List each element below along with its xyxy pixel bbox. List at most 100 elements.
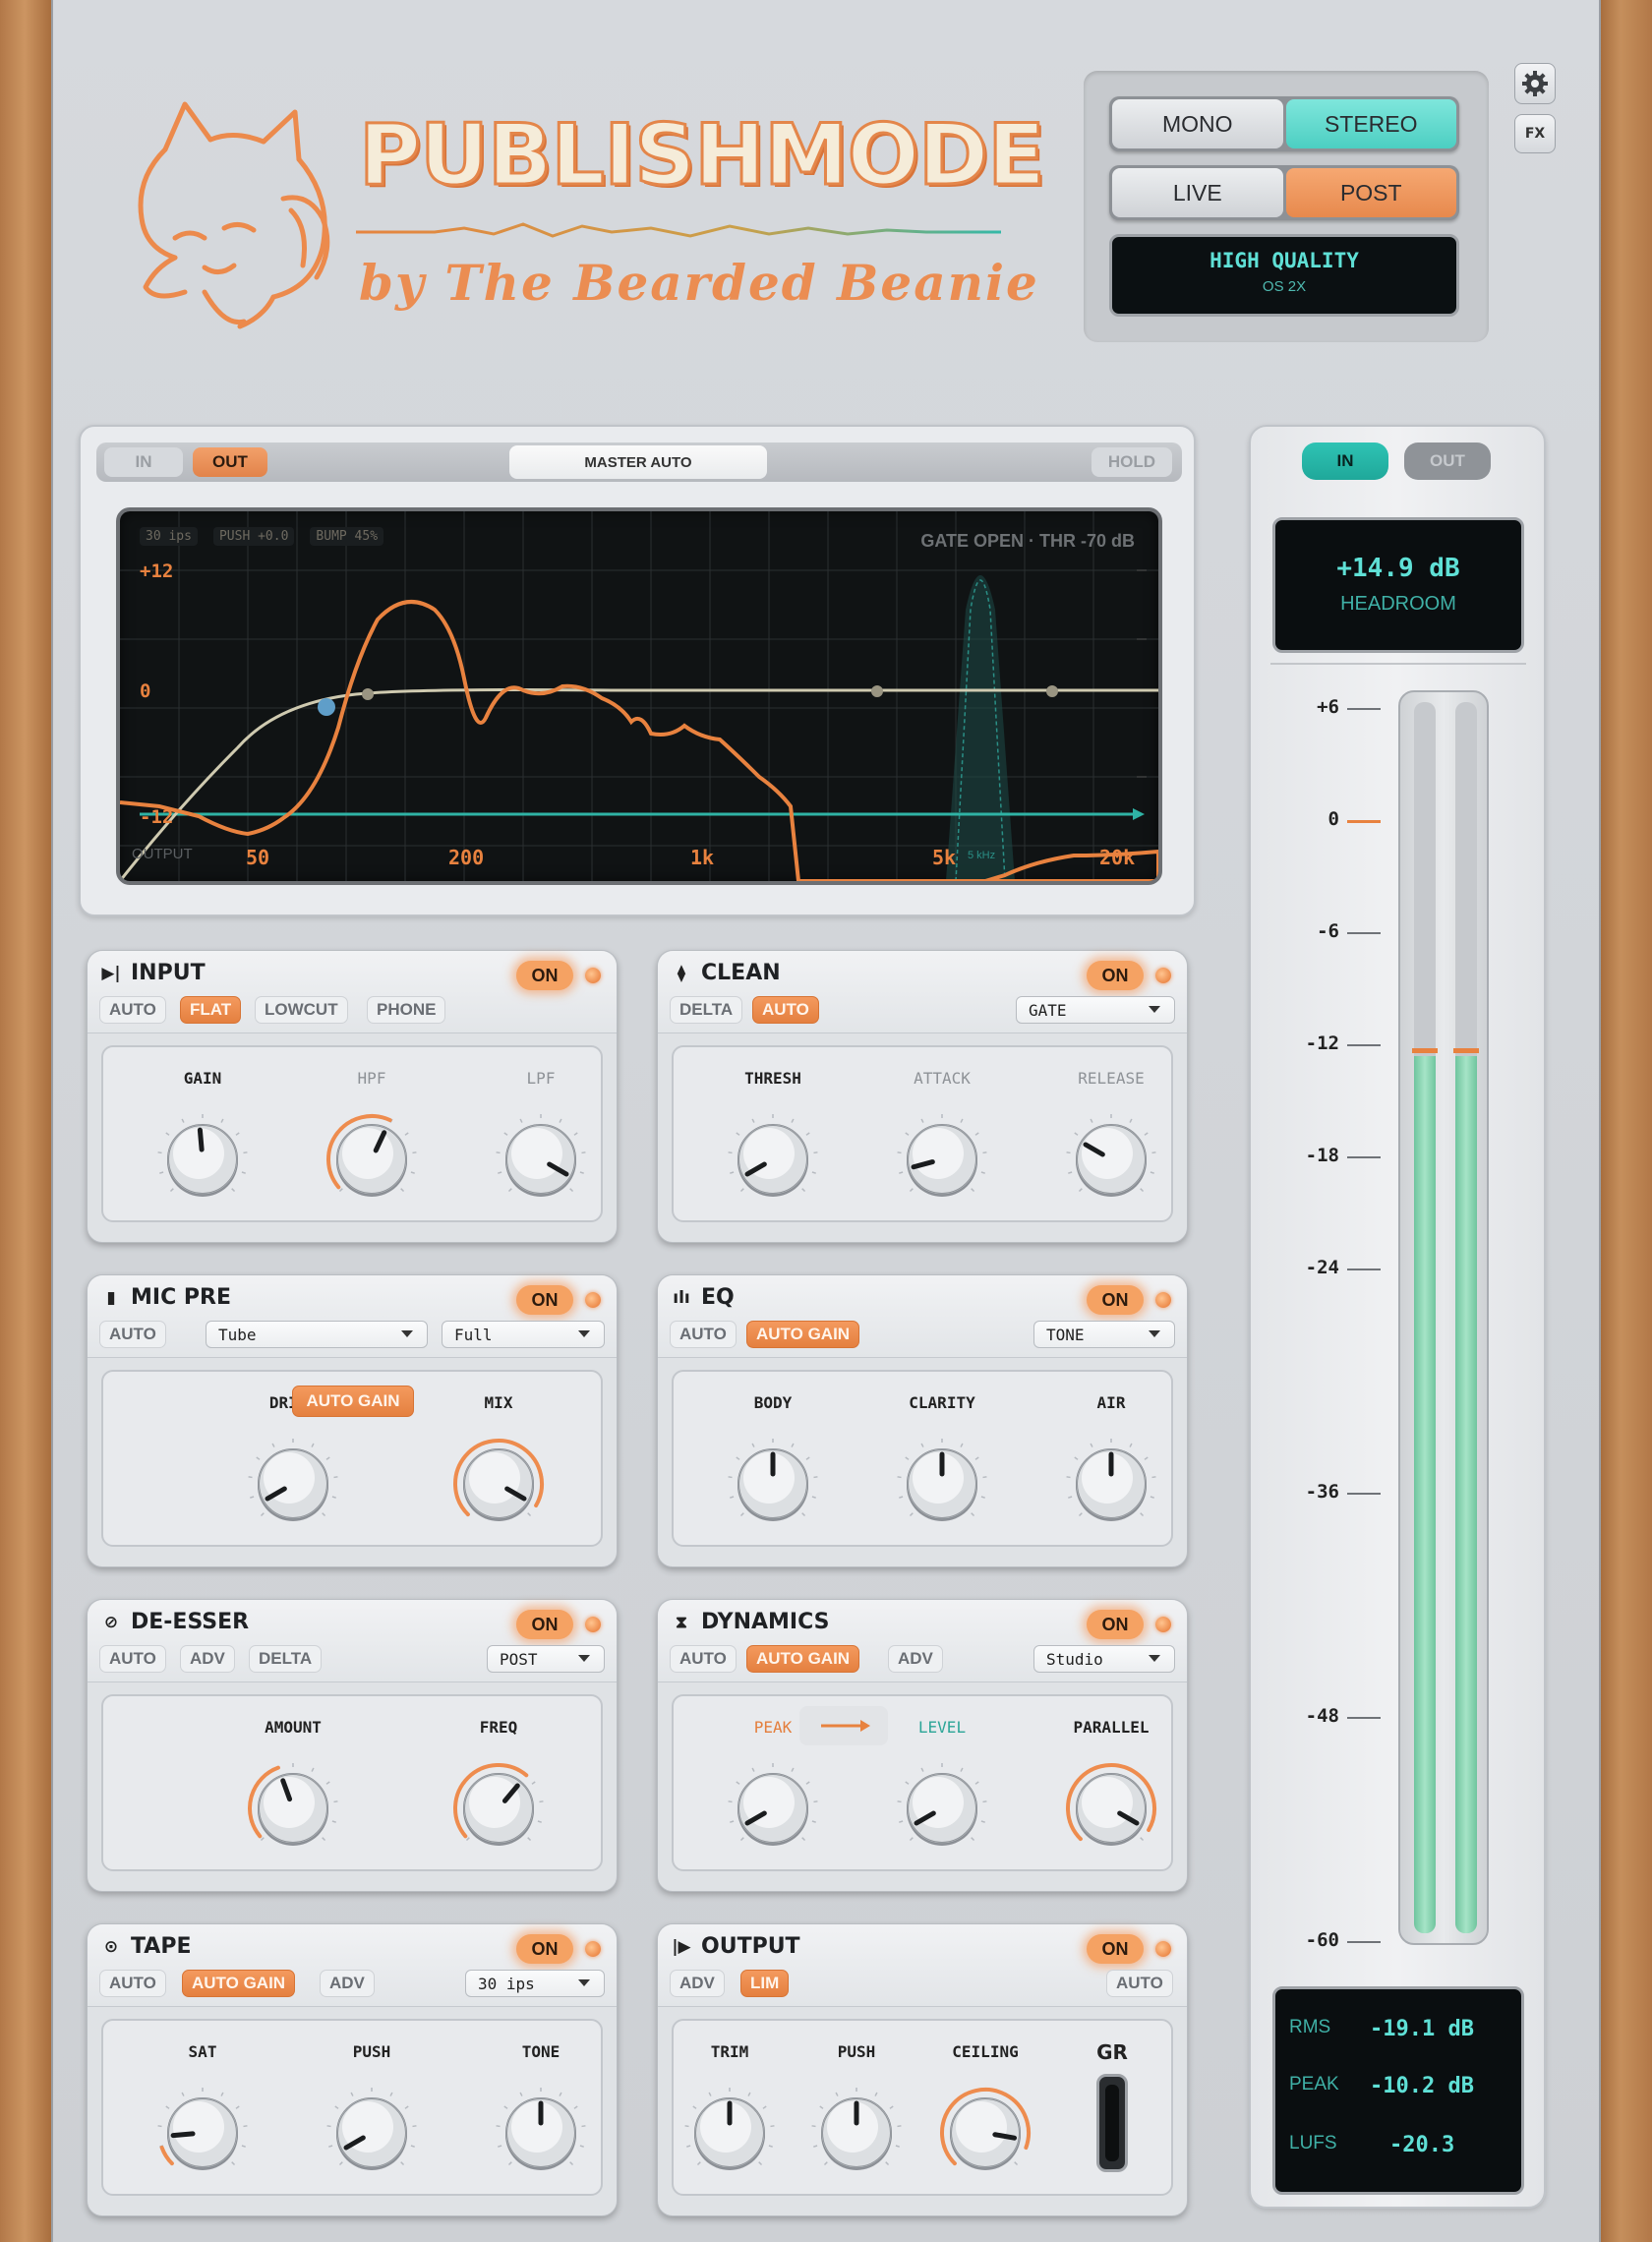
hold-button[interactable]: HOLD — [1092, 447, 1172, 477]
tape-adv-chip[interactable]: ADV — [320, 1970, 375, 1997]
micpre-title-row: ▮ MIC PRE — [101, 1285, 231, 1310]
trim-knob[interactable] — [680, 2084, 779, 2182]
master-auto-button[interactable]: MASTER AUTO — [509, 445, 767, 479]
micpre-range-dropdown[interactable]: Full — [442, 1321, 605, 1348]
output-auto-chip[interactable]: AUTO — [1106, 1970, 1173, 1997]
micpre-auto-gain-chip[interactable]: AUTO GAIN — [292, 1386, 414, 1417]
settings-button[interactable] — [1514, 63, 1556, 104]
clean-auto-chip[interactable]: AUTO — [752, 996, 819, 1024]
parallel-knob[interactable] — [1062, 1759, 1160, 1858]
dynamics-mode-dropdown[interactable]: Studio — [1033, 1645, 1175, 1673]
chevron-down-icon — [1149, 1330, 1160, 1337]
meter-in-button[interactable]: IN — [1302, 442, 1388, 480]
meter-scale-label: -36 — [1305, 1481, 1339, 1503]
micpre-on-button[interactable]: ON — [516, 1285, 573, 1315]
meter-scale-tick — [1347, 1044, 1381, 1046]
gain-reduction-track — [1105, 2085, 1119, 2161]
eq-auto-gain-chip[interactable]: AUTO GAIN — [746, 1321, 860, 1348]
ceiling-knob[interactable] — [936, 2084, 1034, 2182]
mono-button[interactable]: MONO — [1112, 99, 1283, 148]
dynamics-auto-chip[interactable]: AUTO — [670, 1645, 737, 1673]
amount-label: AMOUNT — [265, 1718, 322, 1737]
deesser-dropdown-value: POST — [500, 1649, 538, 1669]
air-label: AIR — [1096, 1393, 1126, 1412]
peak-readout-label: PEAK — [1289, 2074, 1339, 2094]
eq-mode-dropdown[interactable]: TONE — [1033, 1321, 1175, 1348]
eq-on-button[interactable]: ON — [1087, 1285, 1144, 1315]
post-button[interactable]: POST — [1285, 168, 1456, 217]
headroom-display: +14.9 dB HEADROOM — [1272, 517, 1524, 653]
sat-knob[interactable] — [153, 2084, 252, 2182]
analyzer-screen[interactable]: 30 ips PUSH +0.0 BUMP 45% GATE OPEN · TH… — [116, 507, 1162, 885]
hpf-knob[interactable] — [323, 1110, 421, 1209]
dynamics-on-button[interactable]: ON — [1087, 1610, 1144, 1639]
input-lowcut-chip[interactable]: LOWCUT — [255, 996, 348, 1024]
analyzer-in-button[interactable]: IN — [104, 447, 183, 477]
fx-button[interactable]: FX — [1514, 114, 1556, 153]
dynamics-adv-chip[interactable]: ADV — [888, 1645, 943, 1673]
tape-auto-gain-chip[interactable]: AUTO GAIN — [182, 1970, 296, 1997]
level-knob[interactable] — [893, 1759, 991, 1858]
input-on-button[interactable]: ON — [516, 961, 573, 990]
micpre-module: ▮ MIC PRE ON AUTO Tube Full DRIVE AUTO G… — [87, 1274, 618, 1567]
gain-reduction-meter — [1096, 2074, 1128, 2172]
tape-auto-chip[interactable]: AUTO — [99, 1970, 166, 1997]
input-phone-chip[interactable]: PHONE — [367, 996, 446, 1024]
release-knob[interactable] — [1062, 1110, 1160, 1209]
slash-circle-icon: ⊘ — [103, 1612, 119, 1632]
eq-header: ılı EQ ON AUTO AUTO GAIN TONE — [658, 1275, 1187, 1358]
live-button[interactable]: LIVE — [1112, 168, 1283, 217]
attack-knob[interactable] — [893, 1110, 991, 1209]
output-lim-chip[interactable]: LIM — [740, 1970, 790, 1997]
clarity-knob[interactable] — [893, 1435, 991, 1533]
output-push-knob[interactable] — [807, 2084, 906, 2182]
tape-push-knob[interactable] — [323, 2084, 421, 2182]
peak-knob[interactable] — [724, 1759, 822, 1858]
freq-knob[interactable] — [449, 1759, 548, 1858]
trim-label: TRIM — [710, 2042, 749, 2061]
clean-delta-chip[interactable]: DELTA — [670, 996, 743, 1024]
drive-knob[interactable] — [244, 1435, 342, 1533]
deesser-title-row: ⊘ DE-ESSER — [101, 1610, 249, 1634]
stereo-button[interactable]: STEREO — [1285, 99, 1456, 148]
dynamics-auto-gain-chip[interactable]: AUTO GAIN — [746, 1645, 860, 1673]
quality-display[interactable]: HIGH QUALITY OS 2X — [1109, 234, 1459, 317]
meter-scale-tick — [1347, 932, 1381, 934]
input-title-row: ▶| INPUT — [101, 961, 205, 985]
analyzer-out-button[interactable]: OUT — [193, 447, 267, 477]
air-knob[interactable] — [1062, 1435, 1160, 1533]
input-auto-chip[interactable]: AUTO — [99, 996, 166, 1024]
meter-scale-tick — [1347, 1493, 1381, 1495]
thresh-knob[interactable] — [724, 1110, 822, 1209]
lpf-knob[interactable] — [492, 1110, 590, 1209]
mode-toggle: LIVE POST — [1109, 165, 1459, 220]
dynamics-header: ⧗ DYNAMICS ON AUTO AUTO GAIN ADV Studio — [658, 1600, 1187, 1682]
tape-on-button[interactable]: ON — [516, 1934, 573, 1964]
deesser-mode-dropdown[interactable]: POST — [487, 1645, 605, 1673]
clean-on-button[interactable]: ON — [1087, 961, 1144, 990]
input-header: ▶| INPUT ON AUTO FLAT LOWCUT PHONE — [88, 951, 617, 1033]
clean-title: CLEAN — [701, 961, 781, 985]
eq-auto-chip[interactable]: AUTO — [670, 1321, 737, 1348]
gain-knob[interactable] — [153, 1110, 252, 1209]
output-on-button[interactable]: ON — [1087, 1934, 1144, 1964]
tape-speed-dropdown[interactable]: 30 ips — [465, 1970, 605, 1997]
deesser-on-button[interactable]: ON — [516, 1610, 573, 1639]
input-flat-chip[interactable]: FLAT — [180, 996, 242, 1024]
amount-knob[interactable] — [244, 1759, 342, 1858]
info-bump: BUMP 45% — [310, 527, 384, 546]
clean-mode-dropdown[interactable]: GATE — [1016, 996, 1175, 1024]
meter-out-button[interactable]: OUT — [1404, 442, 1491, 480]
micpre-auto-chip[interactable]: AUTO — [99, 1321, 166, 1348]
body-knob[interactable] — [724, 1435, 822, 1533]
micpre-title: MIC PRE — [131, 1285, 231, 1310]
micpre-type-dropdown[interactable]: Tube — [206, 1321, 428, 1348]
deesser-delta-chip[interactable]: DELTA — [249, 1645, 323, 1673]
tape-tone-knob[interactable] — [492, 2084, 590, 2182]
mix-knob[interactable] — [449, 1435, 548, 1533]
clarity-label: CLARITY — [909, 1393, 975, 1412]
output-adv-chip[interactable]: ADV — [670, 1970, 725, 1997]
rms-value: -19.1 dB — [1370, 2017, 1474, 2041]
deesser-auto-chip[interactable]: AUTO — [99, 1645, 166, 1673]
deesser-adv-chip[interactable]: ADV — [180, 1645, 235, 1673]
